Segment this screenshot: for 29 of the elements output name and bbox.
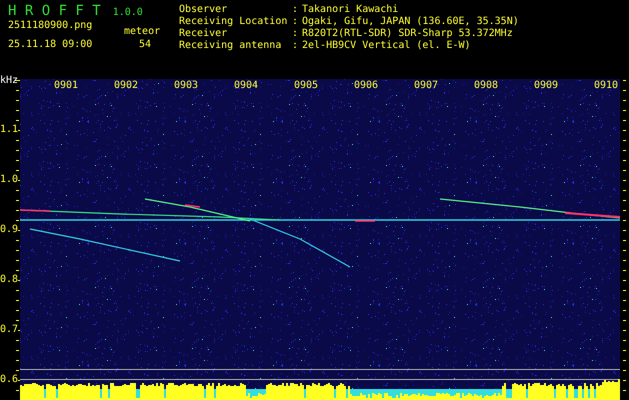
info-label: Receiver [179, 28, 228, 40]
info-value: Ogaki, Gifu, JAPAN (136.60E, 35.35N) [302, 16, 519, 28]
time-label: 0909 [534, 80, 558, 92]
info-value: Takanori Kawachi [302, 4, 400, 16]
time-label: 0901 [54, 80, 78, 92]
info-label: Receiving antenna [179, 40, 282, 52]
info-separator: : [292, 28, 300, 40]
time-label: 0903 [174, 80, 198, 92]
meteor-count: 54 [139, 38, 152, 52]
time-label: 0907 [414, 80, 438, 92]
app-title: H R O F F T [8, 2, 101, 20]
meteor-label: meteor [124, 25, 160, 39]
axis-unit: kHz [0, 75, 18, 87]
time-label: 0906 [354, 80, 378, 92]
timestamp: 25.11.18 09:00 [8, 38, 92, 52]
time-label: 0905 [294, 80, 318, 92]
info-separator: : [292, 40, 300, 52]
time-label: 0910 [594, 80, 618, 92]
info-label: Receiving Location [179, 16, 288, 28]
time-label: 0902 [114, 80, 138, 92]
info-value: R820T2(RTL-SDR) SDR-Sharp 53.372MHz [302, 28, 514, 40]
info-separator: : [292, 4, 300, 16]
time-label: 0908 [474, 80, 498, 92]
file-name: 2511180900.png [8, 19, 92, 33]
info-separator: : [292, 16, 300, 28]
info-label: Observer [179, 4, 228, 16]
app-version: 1.0.0 [112, 6, 143, 20]
info-value: 2el-HB9CV Vertical (el. E-W) [302, 40, 472, 52]
time-label: 0904 [234, 80, 258, 92]
